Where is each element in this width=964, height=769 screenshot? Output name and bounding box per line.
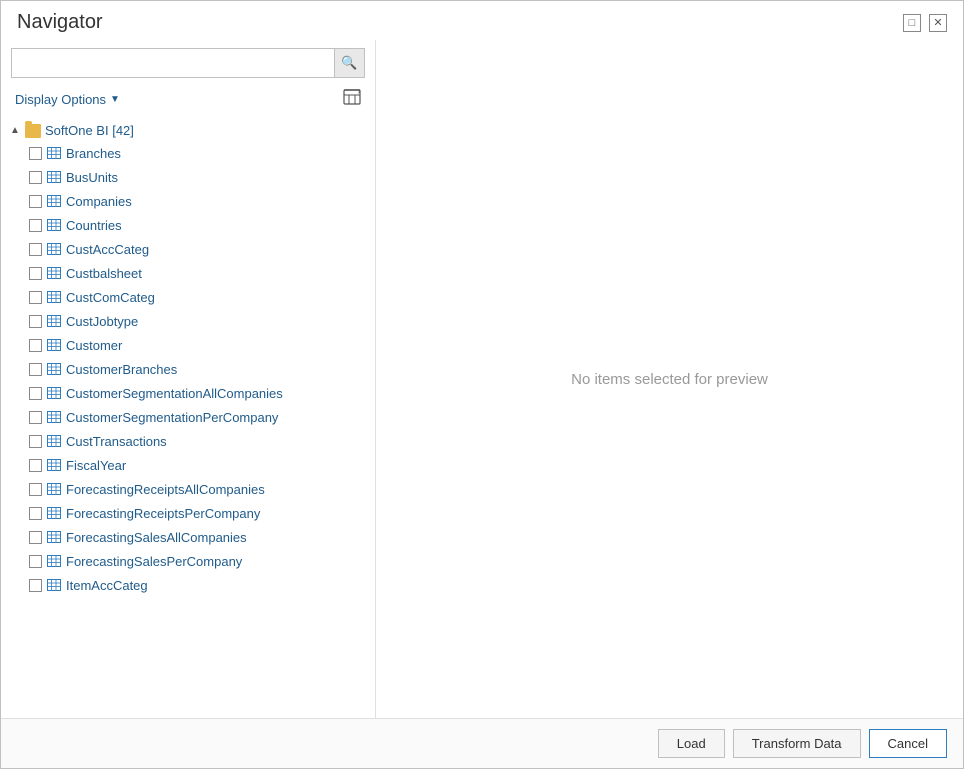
item-checkbox-forecastreceiptspercompany[interactable] xyxy=(29,507,42,520)
list-item[interactable]: ForecastingReceiptsPerCompany xyxy=(1,501,375,525)
left-panel: 🔍 Display Options ▼ xyxy=(1,40,376,718)
search-button[interactable]: 🔍 xyxy=(334,49,364,77)
item-checkbox-custtransactions[interactable] xyxy=(29,435,42,448)
table-icon xyxy=(46,362,62,376)
table-icon xyxy=(46,290,62,304)
display-options-label: Display Options xyxy=(15,92,106,107)
empty-preview-label: No items selected for preview xyxy=(571,371,768,388)
dialog-title: Navigator xyxy=(17,11,103,34)
table-icon xyxy=(46,458,62,472)
root-item[interactable]: ▲ SoftOne BI [42] xyxy=(1,120,375,141)
list-item[interactable]: Countries xyxy=(1,213,375,237)
list-item[interactable]: Customer xyxy=(1,333,375,357)
list-item[interactable]: BusUnits xyxy=(1,165,375,189)
list-item[interactable]: Companies xyxy=(1,189,375,213)
collapse-arrow-icon: ▲ xyxy=(9,125,21,137)
search-input[interactable] xyxy=(12,51,334,76)
item-checkbox-custsegpercompany[interactable] xyxy=(29,411,42,424)
list-item[interactable]: FiscalYear xyxy=(1,453,375,477)
item-checkbox-forecastreceiptsall[interactable] xyxy=(29,483,42,496)
item-checkbox-forecastsalespercompany[interactable] xyxy=(29,555,42,568)
list-item[interactable]: CustJobtype xyxy=(1,309,375,333)
list-item[interactable]: ItemAccCateg xyxy=(1,573,375,597)
transform-data-button[interactable]: Transform Data xyxy=(733,729,861,758)
item-checkbox-branches[interactable] xyxy=(29,147,42,160)
item-checkbox-custsegallcompanies[interactable] xyxy=(29,387,42,400)
table-icon xyxy=(46,506,62,520)
load-button[interactable]: Load xyxy=(658,729,725,758)
item-checkbox-customer[interactable] xyxy=(29,339,42,352)
item-checkbox-fiscalyear[interactable] xyxy=(29,459,42,472)
table-icon xyxy=(46,554,62,568)
display-options-row: Display Options ▼ xyxy=(1,82,375,116)
tree-area: ▲ SoftOne BI [42] Branches xyxy=(1,116,375,718)
item-checkbox-custaccCateg[interactable] xyxy=(29,243,42,256)
chevron-down-icon: ▼ xyxy=(110,94,120,105)
table-icon xyxy=(46,434,62,448)
table-icon xyxy=(46,266,62,280)
table-icon xyxy=(46,386,62,400)
table-icon xyxy=(46,338,62,352)
cancel-button[interactable]: Cancel xyxy=(869,729,947,758)
list-item[interactable]: CustomerSegmentationPerCompany xyxy=(1,405,375,429)
preview-icon-button[interactable] xyxy=(339,86,365,112)
table-icon xyxy=(46,314,62,328)
search-icon: 🔍 xyxy=(341,55,357,71)
item-checkbox-custbalsheet[interactable] xyxy=(29,267,42,280)
table-icon xyxy=(46,194,62,208)
item-checkbox-companies[interactable] xyxy=(29,195,42,208)
item-checkbox-customerbranches[interactable] xyxy=(29,363,42,376)
item-checkbox-custcomcateg[interactable] xyxy=(29,291,42,304)
search-bar: 🔍 xyxy=(11,48,365,78)
tree-scroll[interactable]: ▲ SoftOne BI [42] Branches xyxy=(1,116,375,718)
root-label: SoftOne BI [42] xyxy=(45,123,134,138)
list-item[interactable]: Branches xyxy=(1,141,375,165)
table-icon xyxy=(46,482,62,496)
window-controls: □ ✕ xyxy=(903,14,947,32)
list-item[interactable]: ForecastingSalesAllCompanies xyxy=(1,525,375,549)
display-options-button[interactable]: Display Options ▼ xyxy=(11,90,124,109)
minimize-button[interactable]: □ xyxy=(903,14,921,32)
list-item[interactable]: CustAccCateg xyxy=(1,237,375,261)
folder-icon xyxy=(25,124,41,138)
list-item[interactable]: ForecastingReceiptsAllCompanies xyxy=(1,477,375,501)
table-icon xyxy=(46,530,62,544)
title-bar: Navigator □ ✕ xyxy=(1,1,963,40)
item-checkbox-busunits[interactable] xyxy=(29,171,42,184)
main-content: 🔍 Display Options ▼ xyxy=(1,40,963,718)
list-item[interactable]: CustomerSegmentationAllCompanies xyxy=(1,381,375,405)
preview-table-icon xyxy=(343,89,361,110)
item-checkbox-itemacccateg[interactable] xyxy=(29,579,42,592)
item-checkbox-countries[interactable] xyxy=(29,219,42,232)
close-button[interactable]: ✕ xyxy=(929,14,947,32)
table-icon xyxy=(46,410,62,424)
item-checkbox-forecastsalesall[interactable] xyxy=(29,531,42,544)
table-icon xyxy=(46,578,62,592)
list-item[interactable]: CustTransactions xyxy=(1,429,375,453)
table-icon xyxy=(46,218,62,232)
table-icon xyxy=(46,242,62,256)
footer: Load Transform Data Cancel xyxy=(1,718,963,768)
list-item[interactable]: CustComCateg xyxy=(1,285,375,309)
right-panel: No items selected for preview xyxy=(376,40,963,718)
table-icon xyxy=(46,170,62,184)
navigator-dialog: Navigator □ ✕ 🔍 Display Options ▼ xyxy=(0,0,964,769)
list-item[interactable]: Custbalsheet xyxy=(1,261,375,285)
item-checkbox-custjobtype[interactable] xyxy=(29,315,42,328)
list-item[interactable]: ForecastingSalesPerCompany xyxy=(1,549,375,573)
table-icon xyxy=(46,146,62,160)
list-item[interactable]: CustomerBranches xyxy=(1,357,375,381)
